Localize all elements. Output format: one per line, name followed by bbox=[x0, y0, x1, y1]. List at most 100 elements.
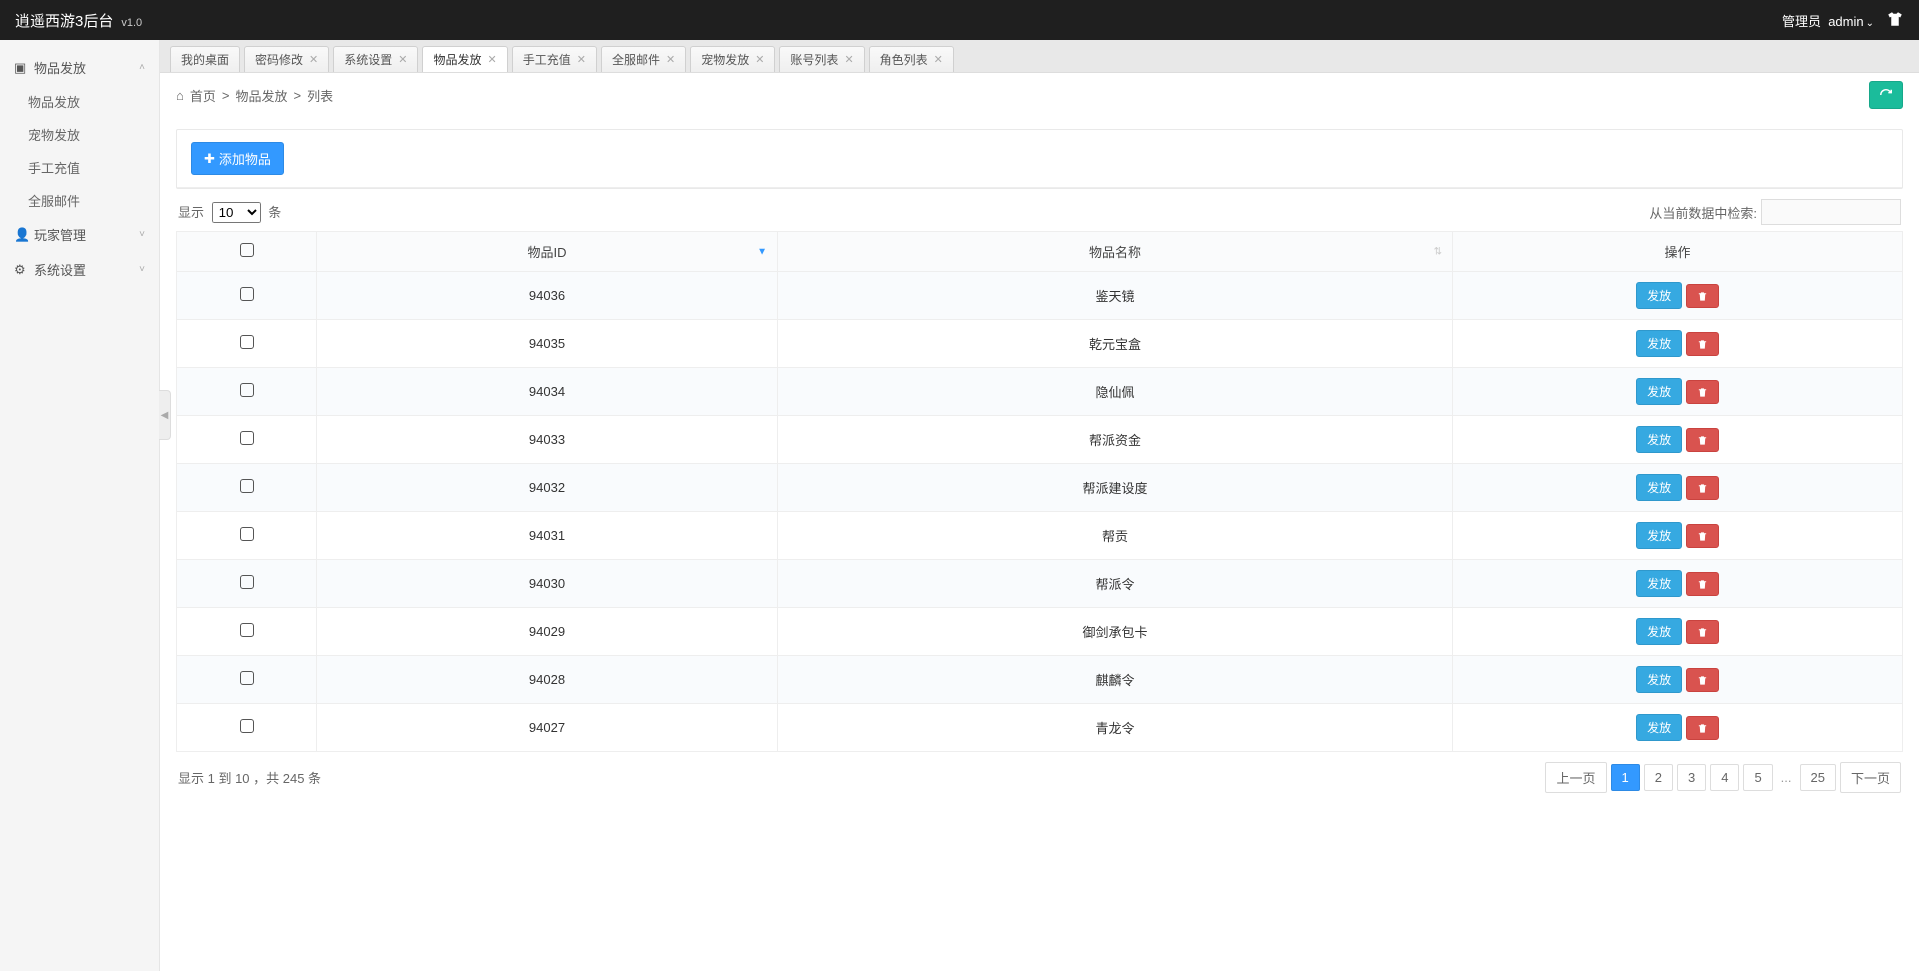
tab-close-icon[interactable]: ✕ bbox=[934, 53, 943, 66]
cell-item-name: 帮贡 bbox=[778, 512, 1453, 560]
dispatch-button[interactable]: 发放 bbox=[1636, 666, 1682, 693]
delete-button[interactable] bbox=[1686, 428, 1719, 452]
sidebar-collapse-handle[interactable]: ◀ bbox=[159, 390, 171, 440]
cell-item-id: 94033 bbox=[317, 416, 778, 464]
trash-icon bbox=[1697, 531, 1708, 542]
group-icon: ⚙ bbox=[14, 262, 28, 278]
page-1[interactable]: 1 bbox=[1611, 764, 1640, 791]
tab-8[interactable]: 角色列表✕ bbox=[869, 46, 954, 72]
sidebar-item-0-1[interactable]: 宠物发放 bbox=[28, 118, 159, 151]
col-item-name[interactable]: 物品名称⇅ bbox=[778, 232, 1453, 272]
breadcrumb-home[interactable]: 首页 bbox=[190, 86, 216, 105]
items-table: 物品ID▼ 物品名称⇅ 操作 94036鉴天镜发放 94035乾元宝盒发放 94… bbox=[176, 231, 1903, 752]
tab-4[interactable]: 手工充值✕ bbox=[512, 46, 597, 72]
tabstrip: 我的桌面密码修改✕系统设置✕物品发放✕手工充值✕全服邮件✕宠物发放✕账号列表✕角… bbox=[160, 40, 1919, 73]
chevron-icon: ˄ bbox=[139, 62, 145, 73]
search-input[interactable] bbox=[1761, 199, 1901, 225]
sidebar-group-0[interactable]: ▣物品发放˄ bbox=[0, 50, 159, 85]
delete-button[interactable] bbox=[1686, 716, 1719, 740]
theme-icon[interactable] bbox=[1886, 10, 1904, 31]
delete-button[interactable] bbox=[1686, 668, 1719, 692]
tab-close-icon[interactable]: ✕ bbox=[309, 53, 318, 66]
tab-close-icon[interactable]: ✕ bbox=[577, 53, 586, 66]
dispatch-button[interactable]: 发放 bbox=[1636, 378, 1682, 405]
delete-button[interactable] bbox=[1686, 380, 1719, 404]
checkbox-icon[interactable] bbox=[240, 243, 254, 257]
dispatch-button[interactable]: 发放 bbox=[1636, 282, 1682, 309]
cell-item-id: 94027 bbox=[317, 704, 778, 752]
row-checkbox[interactable] bbox=[240, 623, 254, 637]
cell-item-name: 乾元宝盒 bbox=[778, 320, 1453, 368]
tab-close-icon[interactable]: ✕ bbox=[488, 53, 497, 66]
sidebar-group-2[interactable]: ⚙系统设置˅ bbox=[0, 252, 159, 287]
row-checkbox[interactable] bbox=[240, 575, 254, 589]
cell-item-id: 94034 bbox=[317, 368, 778, 416]
chevron-icon: ˅ bbox=[139, 264, 145, 275]
dispatch-button[interactable]: 发放 bbox=[1636, 330, 1682, 357]
tab-1[interactable]: 密码修改✕ bbox=[244, 46, 329, 72]
dispatch-button[interactable]: 发放 bbox=[1636, 522, 1682, 549]
page-3[interactable]: 3 bbox=[1677, 764, 1706, 791]
sidebar-item-0-0[interactable]: 物品发放 bbox=[28, 85, 159, 118]
dispatch-button[interactable]: 发放 bbox=[1636, 618, 1682, 645]
topbar: 逍遥西游3后台 v1.0 管理员 admin⌄ bbox=[0, 0, 1919, 40]
page-4[interactable]: 4 bbox=[1710, 764, 1739, 791]
sidebar-group-1[interactable]: 👤玩家管理˅ bbox=[0, 217, 159, 252]
col-checkbox[interactable] bbox=[177, 232, 317, 272]
tab-close-icon[interactable]: ✕ bbox=[844, 53, 853, 66]
delete-button[interactable] bbox=[1686, 572, 1719, 596]
sidebar-item-0-2[interactable]: 手工充值 bbox=[28, 151, 159, 184]
cell-item-name: 帮派建设度 bbox=[778, 464, 1453, 512]
tab-0[interactable]: 我的桌面 bbox=[170, 46, 240, 72]
add-item-button[interactable]: ✚ 添加物品 bbox=[191, 142, 284, 175]
tab-close-icon[interactable]: ✕ bbox=[398, 53, 407, 66]
home-icon[interactable]: ⌂ bbox=[176, 88, 184, 103]
col-item-id[interactable]: 物品ID▼ bbox=[317, 232, 778, 272]
table-row: 94028麒麟令发放 bbox=[177, 656, 1903, 704]
trash-icon bbox=[1697, 291, 1708, 302]
row-checkbox[interactable] bbox=[240, 431, 254, 445]
page-last[interactable]: 25 bbox=[1800, 764, 1836, 791]
cell-item-id: 94031 bbox=[317, 512, 778, 560]
trash-icon bbox=[1697, 579, 1708, 590]
col-actions: 操作 bbox=[1453, 232, 1903, 272]
row-checkbox[interactable] bbox=[240, 719, 254, 733]
page-2[interactable]: 2 bbox=[1644, 764, 1673, 791]
user-menu[interactable]: 管理员 admin⌄ bbox=[1782, 11, 1874, 30]
sidebar: ▣物品发放˄物品发放宠物发放手工充值全服邮件👤玩家管理˅⚙系统设置˅ bbox=[0, 40, 160, 971]
cell-item-name: 帮派令 bbox=[778, 560, 1453, 608]
delete-button[interactable] bbox=[1686, 620, 1719, 644]
tab-close-icon[interactable]: ✕ bbox=[755, 53, 764, 66]
cell-item-id: 94030 bbox=[317, 560, 778, 608]
tab-6[interactable]: 宠物发放✕ bbox=[690, 46, 775, 72]
tab-close-icon[interactable]: ✕ bbox=[666, 53, 675, 66]
row-checkbox[interactable] bbox=[240, 287, 254, 301]
page-length-select[interactable]: 102550100 bbox=[212, 202, 261, 223]
delete-button[interactable] bbox=[1686, 524, 1719, 548]
delete-button[interactable] bbox=[1686, 284, 1719, 308]
row-checkbox[interactable] bbox=[240, 335, 254, 349]
tab-3[interactable]: 物品发放✕ bbox=[422, 46, 507, 72]
row-checkbox[interactable] bbox=[240, 527, 254, 541]
page-prev[interactable]: 上一页 bbox=[1545, 762, 1606, 793]
dispatch-button[interactable]: 发放 bbox=[1636, 426, 1682, 453]
breadcrumb-section[interactable]: 物品发放 bbox=[235, 86, 287, 105]
dispatch-button[interactable]: 发放 bbox=[1636, 474, 1682, 501]
delete-button[interactable] bbox=[1686, 476, 1719, 500]
row-checkbox[interactable] bbox=[240, 671, 254, 685]
cell-item-name: 青龙令 bbox=[778, 704, 1453, 752]
row-checkbox[interactable] bbox=[240, 383, 254, 397]
chevron-down-icon: ⌄ bbox=[1866, 18, 1874, 29]
tab-7[interactable]: 账号列表✕ bbox=[779, 46, 864, 72]
dispatch-button[interactable]: 发放 bbox=[1636, 570, 1682, 597]
page-next[interactable]: 下一页 bbox=[1840, 762, 1901, 793]
cell-item-name: 鉴天镜 bbox=[778, 272, 1453, 320]
dispatch-button[interactable]: 发放 bbox=[1636, 714, 1682, 741]
page-5[interactable]: 5 bbox=[1743, 764, 1772, 791]
tab-5[interactable]: 全服邮件✕ bbox=[601, 46, 686, 72]
tab-2[interactable]: 系统设置✕ bbox=[333, 46, 418, 72]
refresh-button[interactable] bbox=[1869, 81, 1903, 109]
delete-button[interactable] bbox=[1686, 332, 1719, 356]
row-checkbox[interactable] bbox=[240, 479, 254, 493]
sidebar-item-0-3[interactable]: 全服邮件 bbox=[28, 184, 159, 217]
